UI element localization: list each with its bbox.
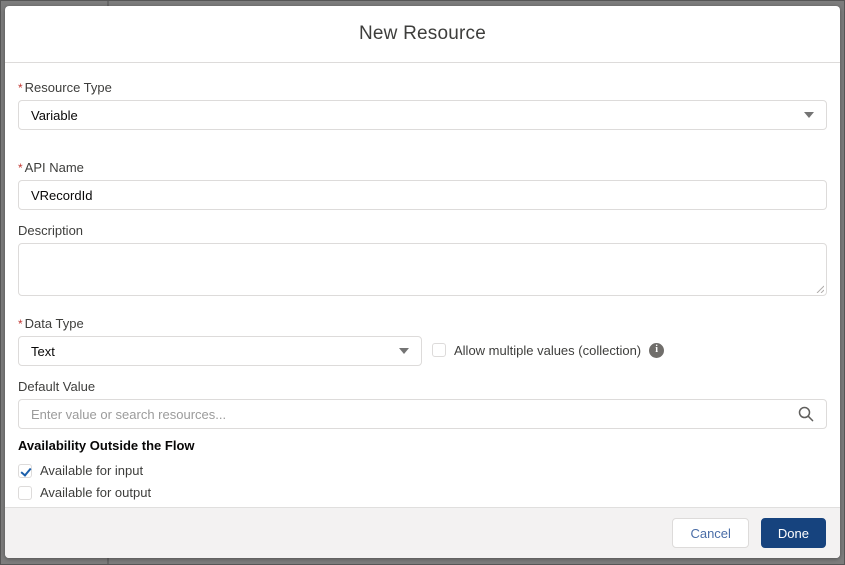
availability-heading: Availability Outside the Flow (18, 438, 195, 453)
data-type-select[interactable]: Text (18, 336, 422, 366)
chevron-down-icon (804, 112, 814, 118)
allow-multiple-label[interactable]: Allow multiple values (collection) (454, 343, 641, 358)
cancel-button[interactable]: Cancel (672, 518, 749, 548)
modal-title: New Resource (358, 23, 486, 44)
allow-multiple-checkbox[interactable] (432, 343, 446, 357)
resource-type-label: Resource Type (18, 80, 827, 95)
new-resource-modal: New Resource Resource Type Variable API … (5, 6, 840, 558)
data-type-value: Text (31, 343, 55, 359)
default-value-input[interactable] (31, 400, 790, 428)
available-for-output-checkbox[interactable] (18, 485, 32, 500)
description-label: Description (18, 223, 84, 238)
search-icon[interactable] (798, 406, 814, 422)
api-name-label: API Name (18, 160, 827, 175)
done-button[interactable]: Done (760, 518, 826, 548)
screen: New Resource Resource Type Variable API … (0, 0, 845, 565)
modal-footer: Cancel Done (5, 507, 840, 558)
available-for-output-label[interactable]: Available for output (40, 485, 151, 500)
resource-type-select[interactable]: Variable (18, 100, 827, 130)
available-for-input-checkbox[interactable] (18, 463, 32, 478)
modal-header: New Resource (5, 6, 840, 63)
available-for-input-label[interactable]: Available for input (40, 463, 143, 478)
resize-grip-icon[interactable] (815, 284, 824, 293)
backdrop-artifact-line (107, 557, 109, 564)
chevron-down-icon (399, 348, 409, 354)
default-value-combobox (18, 399, 827, 429)
resource-type-value: Variable (31, 107, 78, 123)
default-value-label: Default Value (18, 379, 96, 394)
data-type-label: Data Type (18, 316, 422, 331)
modal-body: Resource Type Variable API Name Descript… (5, 63, 840, 507)
description-textarea[interactable] (18, 243, 827, 296)
api-name-input[interactable] (18, 180, 827, 210)
info-icon[interactable] (649, 342, 665, 358)
